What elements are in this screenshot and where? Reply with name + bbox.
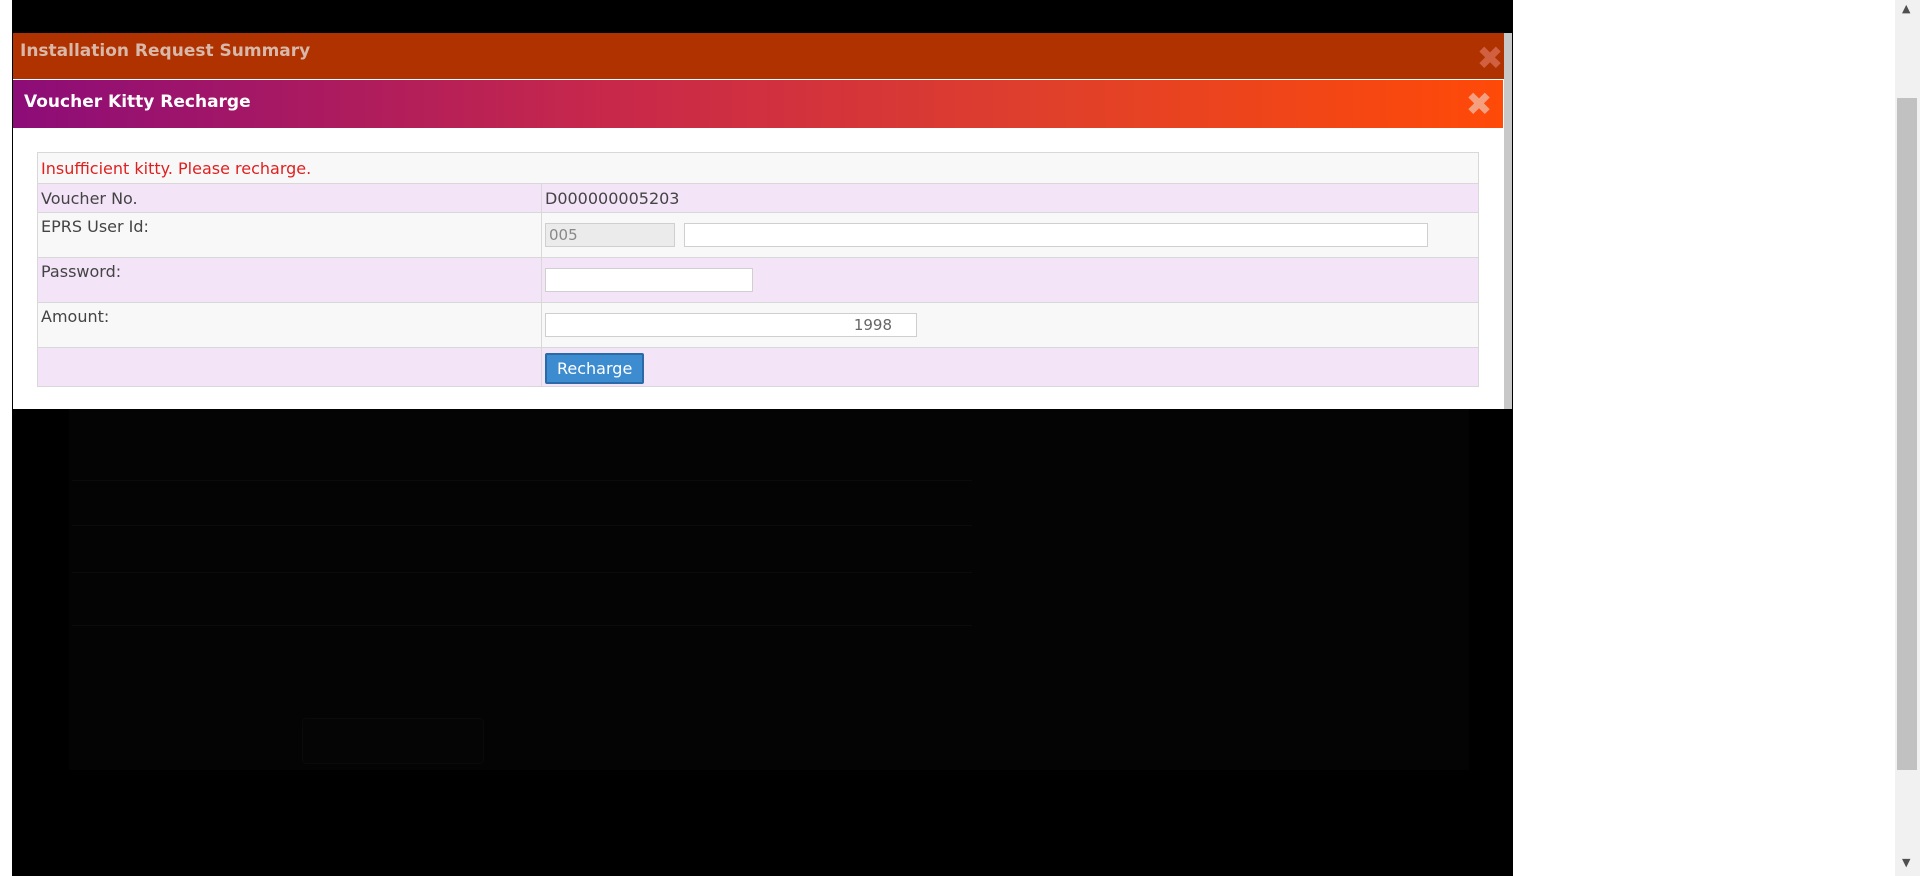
recharge-dialog-title: Voucher Kitty Recharge bbox=[24, 92, 251, 112]
scroll-down-arrow-icon[interactable]: ▼ bbox=[1902, 856, 1910, 869]
background-button bbox=[302, 718, 484, 764]
voucher-label: Voucher No. bbox=[37, 183, 542, 213]
outer-dialog-titlebar: Installation Request Summary ✖ bbox=[13, 33, 1504, 79]
password-cell bbox=[541, 257, 1479, 303]
user-id-label: EPRS User Id: bbox=[37, 212, 542, 258]
error-message: Insufficient kitty. Please recharge. bbox=[37, 152, 1479, 184]
background-row bbox=[72, 480, 972, 525]
scrollbar-thumb[interactable] bbox=[1897, 98, 1917, 770]
close-icon[interactable]: ✖ bbox=[1465, 88, 1493, 120]
recharge-dialog-titlebar: Voucher Kitty Recharge ✖ bbox=[13, 80, 1503, 128]
password-label: Password: bbox=[37, 257, 542, 303]
voucher-kitty-recharge-dialog: Voucher Kitty Recharge ✖ Insufficient ki… bbox=[13, 80, 1503, 408]
background-row bbox=[72, 572, 972, 617]
outer-dialog-title: Installation Request Summary bbox=[20, 41, 311, 61]
user-id-input[interactable] bbox=[684, 223, 1429, 247]
amount-label: Amount: bbox=[37, 302, 542, 348]
amount-input[interactable] bbox=[545, 313, 917, 337]
background-row bbox=[72, 625, 972, 670]
close-icon[interactable]: ✖ bbox=[1476, 42, 1504, 74]
button-cell: Recharge bbox=[541, 347, 1479, 387]
password-input[interactable] bbox=[545, 268, 753, 292]
user-id-prefix-field bbox=[545, 223, 675, 247]
recharge-form: Insufficient kitty. Please recharge. Vou… bbox=[37, 152, 1479, 387]
background-row bbox=[72, 525, 972, 570]
user-id-cell bbox=[541, 212, 1479, 258]
amount-cell bbox=[541, 302, 1479, 348]
empty-cell bbox=[37, 347, 542, 387]
scroll-up-arrow-icon[interactable]: ▲ bbox=[1902, 2, 1910, 15]
voucher-number: D000000005203 bbox=[541, 183, 1479, 213]
vertical-scrollbar[interactable]: ▲ ▼ bbox=[1895, 0, 1920, 876]
recharge-button[interactable]: Recharge bbox=[545, 352, 645, 384]
